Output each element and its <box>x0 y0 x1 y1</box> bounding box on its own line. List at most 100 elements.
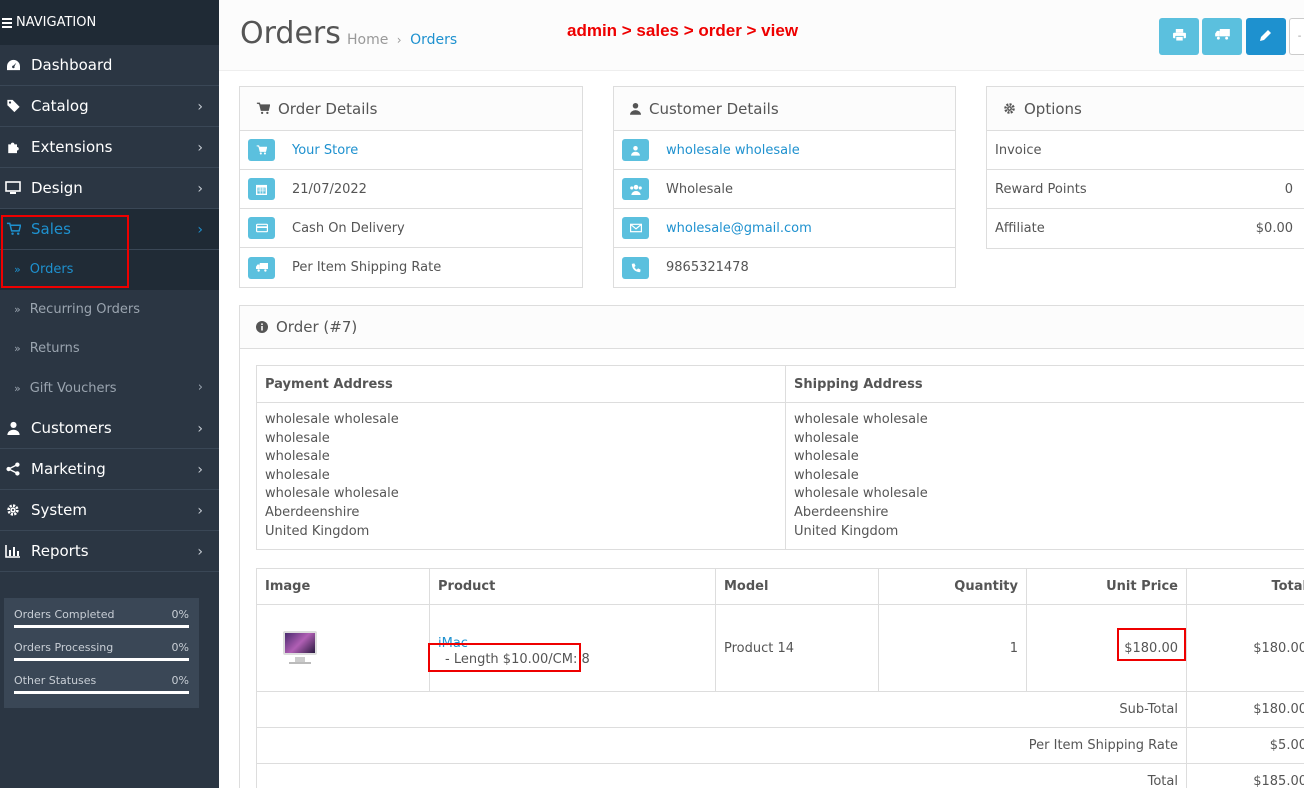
cart-icon <box>248 139 275 161</box>
chevron-right-icon: › <box>197 99 203 115</box>
sidebar-item-sales[interactable]: Sales › <box>0 209 219 250</box>
monitor-icon <box>4 180 22 196</box>
sidebar-item-system[interactable]: System › <box>0 490 219 531</box>
bar-chart-icon <box>4 543 22 559</box>
panel-title: Order (#7) <box>276 318 358 336</box>
stat-orders-processing: Orders Processing 0% <box>14 641 189 661</box>
stat-other-statuses: Other Statuses 0% <box>14 674 189 694</box>
order-details-panel: Order Details Your Store 21/07/2022 Cash… <box>239 86 583 288</box>
breadcrumb-home[interactable]: Home <box>347 32 388 48</box>
sidebar-subitem-orders[interactable]: » Orders <box>0 250 219 290</box>
sidebar-item-marketing[interactable]: Marketing › <box>0 449 219 490</box>
user-icon <box>630 102 641 115</box>
double-chevron-icon: » <box>14 381 21 395</box>
page-header: Orders Home › Orders admin > sales > ord… <box>219 0 1304 71</box>
address-line: United Kingdom <box>265 523 370 539</box>
double-chevron-icon: » <box>14 342 21 356</box>
user-icon <box>4 420 22 436</box>
customer-name-link[interactable]: wholesale wholesale <box>666 143 800 158</box>
product-link[interactable]: iMac <box>438 636 707 651</box>
column-header-model: Model <box>715 568 879 605</box>
total-label: Sub-Total <box>256 691 1187 728</box>
stat-value: 0% <box>171 608 189 621</box>
menu-icon[interactable] <box>2 16 12 30</box>
sidebar-item-label: Extensions <box>31 138 113 156</box>
payment-method-row: Cash On Delivery <box>240 209 582 248</box>
stat-label: Orders Processing <box>14 641 114 654</box>
progress-bar <box>14 658 189 661</box>
customer-group: Wholesale <box>666 181 734 197</box>
progress-bar <box>14 625 189 628</box>
credit-card-icon <box>248 217 275 239</box>
cart-icon <box>4 221 22 237</box>
order-panel: Order (#7) Payment Address Shipping Addr… <box>239 305 1304 788</box>
product-image-cell <box>256 604 430 692</box>
stat-value: 0% <box>171 674 189 687</box>
double-chevron-icon: » <box>14 302 21 316</box>
page-title: Orders <box>240 16 341 51</box>
order-stats: Orders Completed 0% Orders Processing 0% O… <box>4 598 199 708</box>
option-label: Reward Points <box>995 181 1087 197</box>
sidebar-item-reports[interactable]: Reports › <box>0 531 219 572</box>
envelope-icon <box>622 217 649 239</box>
puzzle-icon <box>4 139 22 155</box>
sidebar-subitem-recurring-orders[interactable]: » Recurring Orders <box>0 289 219 329</box>
sidebar-item-design[interactable]: Design › <box>0 168 219 209</box>
sidebar-subitem-returns[interactable]: » Returns <box>0 329 219 369</box>
sidebar-item-label: Catalog <box>31 97 89 115</box>
sidebar-subitem-gift-vouchers[interactable]: » Gift Vouchers › <box>0 368 219 408</box>
sidebar-item-label: Customers <box>31 419 112 437</box>
store-row: Your Store <box>240 131 582 170</box>
customer-email-link[interactable]: wholesale@gmail.com <box>666 221 812 236</box>
sidebar-item-customers[interactable]: Customers › <box>0 408 219 449</box>
chevron-right-icon: › <box>197 544 203 560</box>
truck-icon <box>248 256 275 279</box>
store-link[interactable]: Your Store <box>292 143 358 158</box>
address-table: Payment Address Shipping Address wholesa… <box>256 365 1304 550</box>
option-value: $0.00 <box>1255 221 1293 236</box>
customer-group-row: Wholesale <box>614 170 955 209</box>
sidebar-item-extensions[interactable]: Extensions › <box>0 127 219 168</box>
dashboard-icon <box>4 57 22 73</box>
product-quantity: 1 <box>878 604 1027 692</box>
product-option: - Length $10.00/CM: 8 <box>445 651 590 667</box>
chevron-right-icon: › <box>197 140 203 156</box>
panel-heading: Options <box>987 87 1304 131</box>
product-total: $180.00 <box>1186 604 1304 692</box>
sidebar-item-label: Dashboard <box>31 56 113 74</box>
sidebar-item-label: Sales <box>31 220 71 238</box>
nav-header[interactable]: NAVIGATION <box>0 0 219 45</box>
product-cell: iMac - Length $10.00/CM: 8 <box>429 604 716 692</box>
more-button[interactable]: - <box>1289 18 1304 55</box>
payment-method: Cash On Delivery <box>292 220 405 236</box>
order-date: 21/07/2022 <box>292 181 367 197</box>
double-chevron-icon: » <box>14 263 21 277</box>
panel-heading: Order Details <box>240 87 582 131</box>
panel-title: Customer Details <box>649 99 779 118</box>
product-thumbnail[interactable] <box>279 629 319 667</box>
option-label: Affiliate <box>995 221 1045 236</box>
sidebar: NAVIGATION Dashboard Catalog › Extension… <box>0 0 219 788</box>
sidebar-subitem-label: Returns <box>29 341 80 357</box>
annotation-text: admin > sales > order > view <box>567 21 799 40</box>
address-line: wholesale wholesale <box>265 412 399 427</box>
sidebar-item-catalog[interactable]: Catalog › <box>0 86 219 127</box>
breadcrumb-separator: › <box>396 33 402 47</box>
edit-button[interactable] <box>1246 18 1286 55</box>
customer-email-row: wholesale@gmail.com <box>614 209 955 248</box>
breadcrumb-orders[interactable]: Orders <box>410 32 457 48</box>
print-invoice-button[interactable] <box>1159 18 1199 55</box>
stat-label: Orders Completed <box>14 608 115 621</box>
order-items-table: Image Product Model Quantity Unit Price … <box>256 568 1304 788</box>
column-header-product: Product <box>429 568 716 605</box>
customer-phone: 9865321478 <box>666 260 749 275</box>
sidebar-item-label: System <box>31 501 87 519</box>
shipping-address-header: Shipping Address <box>785 365 1304 403</box>
customer-name-row: wholesale wholesale <box>614 131 955 170</box>
chevron-right-icon: › <box>197 503 203 519</box>
customer-phone-row: 9865321478 <box>614 248 955 287</box>
sidebar-item-dashboard[interactable]: Dashboard <box>0 45 219 86</box>
print-shipping-button[interactable] <box>1202 18 1242 55</box>
table-row: iMac - Length $10.00/CM: 8 Product 14 1 … <box>256 604 1304 692</box>
chevron-right-icon: › <box>197 222 203 238</box>
